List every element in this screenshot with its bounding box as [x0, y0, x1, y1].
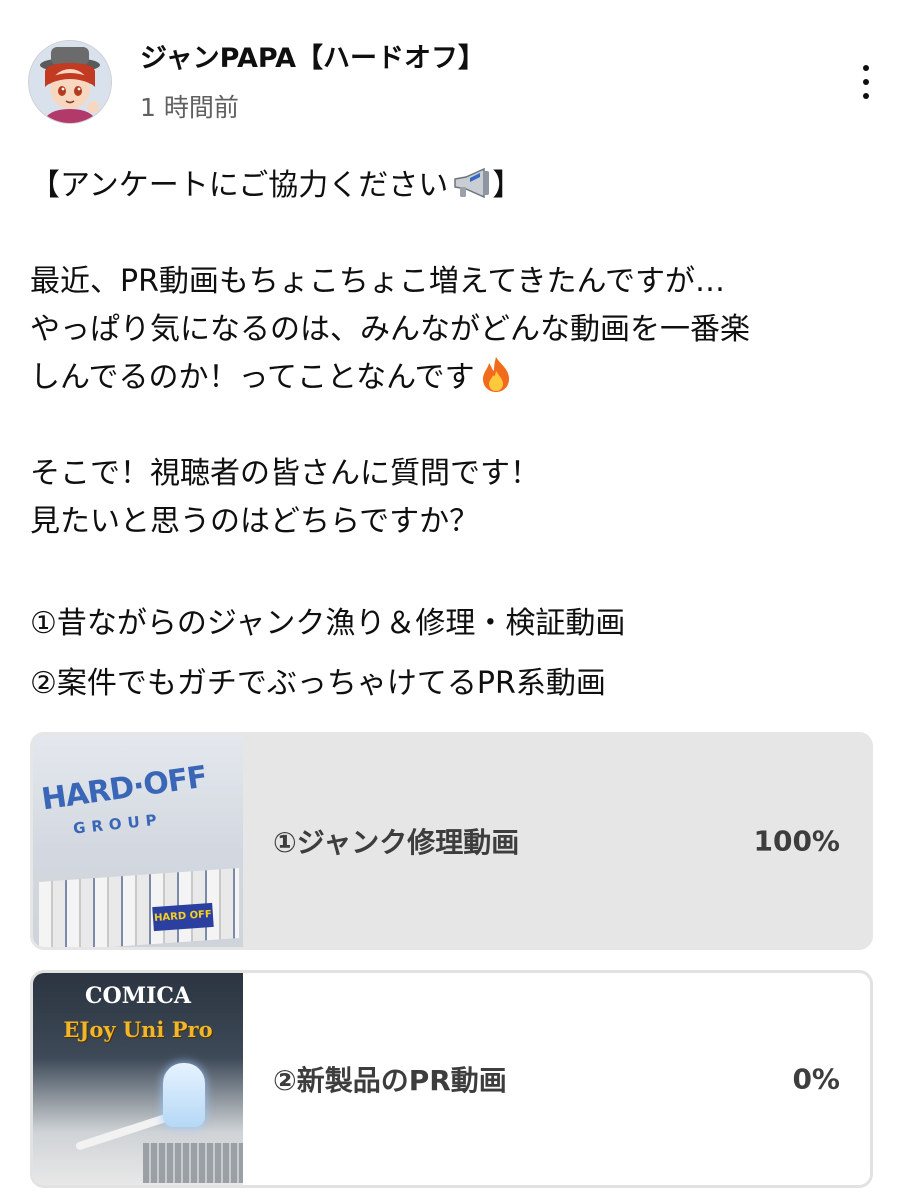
post-line-1-text: 【アンケートにご協力ください — [30, 168, 449, 203]
avatar[interactable] — [28, 40, 112, 124]
thumbnail-brand-text: COMICA — [85, 983, 191, 1009]
poll-option-2[interactable]: COMICA EJoy Uni Pro ②新製品のPR動画 0% — [30, 970, 873, 1188]
post-line-6: 見たいと思うのはどちらですか？ — [30, 504, 480, 539]
poll-option-1-thumbnail: HARD·OFF GROUP HARD OFF — [33, 735, 243, 947]
thumbnail-microphone — [163, 1063, 205, 1127]
more-options-button[interactable] — [846, 56, 886, 108]
avatar-image — [29, 41, 111, 123]
poll-option-1-label: ①ジャンク修理動画 — [273, 826, 520, 859]
poll-option-1[interactable]: HARD·OFF GROUP HARD OFF ①ジャンク修理動画 100% — [30, 732, 873, 950]
post-text: 【アンケートにご協力ください 】 最近、PR動画もちょこちょこ増えてきたんですが…… — [30, 162, 880, 714]
thumbnail-model-text: EJoy Uni Pro — [63, 1017, 213, 1042]
thumbnail-keyboard — [143, 1143, 243, 1183]
post-line-5: そこで！視聴者の皆さんに質問です！ — [30, 456, 540, 491]
thumbnail-ad-tag: HARD OFF — [152, 902, 214, 932]
poll-option-2-thumbnail: COMICA EJoy Uni Pro — [33, 973, 243, 1185]
post-time: 1 時間前 — [140, 93, 239, 122]
poll-option-2-label: ②新製品のPR動画 — [273, 1064, 507, 1097]
post-line-7: ①昔ながらのジャンク漁り＆修理・検証動画 — [30, 606, 626, 641]
more-vert-icon-dot-2 — [863, 79, 869, 85]
post-line-1-end: 】 — [492, 168, 523, 203]
more-vert-icon — [863, 65, 869, 71]
fire-icon — [479, 355, 513, 408]
poll-option-2-percent: 0% — [792, 1062, 840, 1096]
community-post: ジャンPAPA【ハードオフ】 1 時間前 【アンケートにご協力ください 】 最近、… — [0, 0, 903, 1200]
post-line-3: やっぱり気になるのは、みんながどんな動画を一番楽 — [30, 312, 750, 347]
post-line-8: ②案件でもガチでぶっちゃけてるPR系動画 — [30, 666, 606, 701]
channel-name[interactable]: ジャンPAPA【ハードオフ】 — [140, 36, 485, 75]
more-vert-icon-dot-3 — [863, 93, 869, 99]
post-line-4: しんでるのか！ってことなんです — [30, 354, 880, 402]
post-line-4-text: しんでるのか！ってことなんです — [30, 360, 475, 395]
post-line-2: 最近、PR動画もちょこちょこ増えてきたんですが… — [30, 264, 726, 299]
poll-option-1-percent: 100% — [753, 824, 840, 858]
megaphone-icon — [452, 167, 492, 216]
post-line-1: 【アンケートにご協力ください 】 — [30, 162, 880, 210]
